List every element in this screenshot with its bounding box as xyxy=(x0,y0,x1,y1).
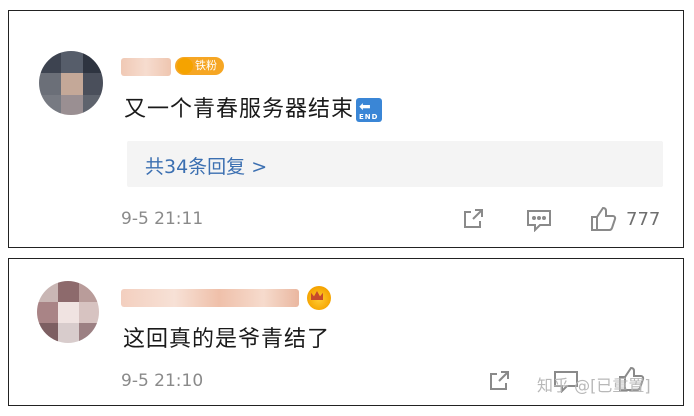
comment-text: 又一个青春服务器结束 ⬅ END xyxy=(124,91,383,123)
like-count: 777 xyxy=(626,209,661,230)
view-replies-link[interactable]: 共34条回复 > xyxy=(127,141,663,187)
share-icon[interactable] xyxy=(487,369,511,393)
share-icon[interactable] xyxy=(461,207,485,231)
cropped-action-bar xyxy=(9,11,683,19)
comment-card-1: 铁粉 又一个青春服务器结束 ⬅ END 共34条回复 > 9-5 21:11 777 xyxy=(8,10,684,248)
timestamp: 9-5 21:10 xyxy=(121,371,204,391)
avatar[interactable] xyxy=(37,281,99,343)
comment-icon[interactable] xyxy=(526,208,552,232)
username-redacted[interactable] xyxy=(121,289,299,307)
timestamp: 9-5 21:11 xyxy=(121,209,204,229)
fan-badge: 铁粉 xyxy=(175,57,224,75)
crown-icon xyxy=(307,286,331,310)
username-redacted[interactable] xyxy=(121,58,171,76)
comment-card-2: 这回真的是爷青结了 9-5 21:10 知乎 @[已重置] xyxy=(8,258,684,406)
watermark: 知乎 @[已重置] xyxy=(537,376,651,395)
like-icon[interactable] xyxy=(589,205,617,233)
end-icon: ⬅ END xyxy=(356,98,383,122)
avatar[interactable] xyxy=(39,51,103,115)
comment-text: 这回真的是爷青结了 xyxy=(123,327,331,352)
